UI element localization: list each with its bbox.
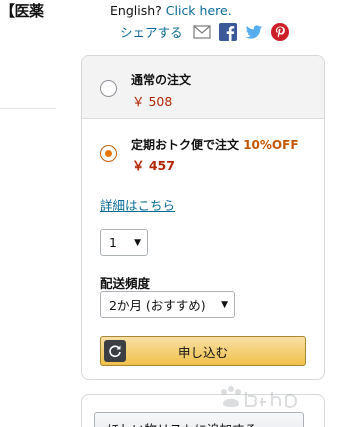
divider (0, 108, 56, 109)
discount-badge: 10%OFF (243, 138, 299, 152)
regular-order-option[interactable]: 通常の注文 ￥ 508 (82, 56, 324, 119)
share-row: シェアする (120, 22, 289, 41)
details-link[interactable]: 詳細はこちら (100, 195, 175, 214)
subscribe-button-label: 申し込む (177, 344, 228, 360)
regular-order-price: ￥ 508 (132, 94, 173, 109)
english-prompt: English? (110, 3, 162, 18)
english-link[interactable]: Click here. (166, 3, 232, 18)
chevron-down-icon: ▼ (134, 238, 141, 248)
language-row: English? Click here. (110, 3, 232, 18)
frequency-value: 2か月 (おすすめ) (109, 298, 206, 313)
subscribe-title-row: 定期おトク便で注文 10%OFF (131, 136, 299, 153)
page: 【医薬 English? Click here. シェアする 通常の注文 ￥ 5… (0, 0, 342, 427)
share-label: シェアする (120, 25, 183, 40)
subscribe-title: 定期おトク便で注文 (131, 138, 240, 152)
frequency-select[interactable]: 2か月 (おすすめ) ▼ (100, 291, 235, 318)
frequency-label: 配送頻度 (100, 276, 151, 291)
subscribe-radio[interactable] (100, 145, 117, 162)
pinterest-icon[interactable] (270, 22, 289, 41)
facebook-icon[interactable] (218, 22, 237, 41)
quantity-select[interactable]: 1 ▼ (100, 229, 148, 256)
email-icon[interactable] (192, 23, 211, 41)
refresh-icon (104, 340, 126, 362)
regular-order-radio[interactable] (100, 80, 117, 97)
subscribe-button[interactable]: 申し込む (100, 336, 306, 366)
buy-box: 通常の注文 ￥ 508 定期おトク便で注文 10%OFF ￥ 457 詳細はこち… (81, 55, 325, 380)
subscribe-price: ￥ 457 (132, 158, 175, 173)
baidu-watermark-logo (214, 382, 304, 420)
chevron-down-icon: ▼ (221, 300, 228, 310)
quantity-value: 1 (109, 235, 117, 250)
twitter-icon[interactable] (245, 23, 263, 41)
regular-order-title: 通常の注文 (131, 73, 192, 87)
product-title-fragment: 【医薬 (0, 2, 44, 20)
